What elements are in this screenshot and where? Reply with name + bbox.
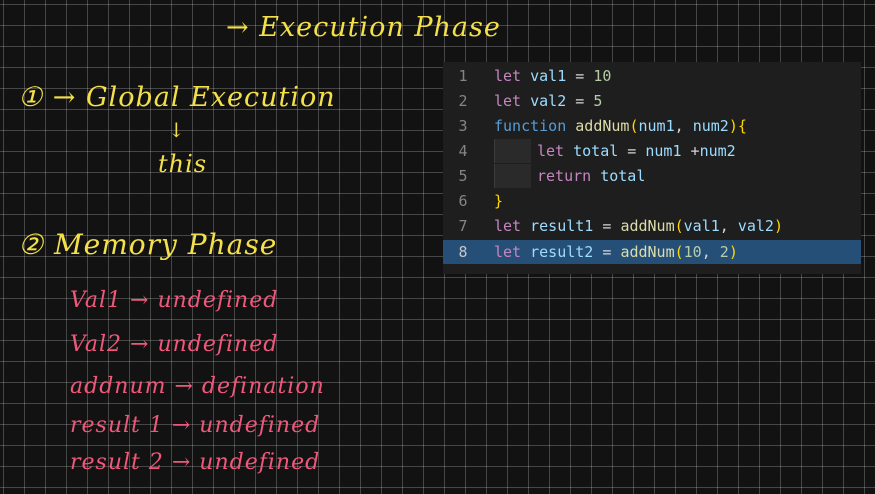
- code-line-1[interactable]: 1 let val1 = 10: [443, 64, 861, 88]
- code-line-7[interactable]: 7 let result1 = addNum(val1, val2): [443, 214, 861, 238]
- code-text[interactable]: let result2 = addNum(10, 2): [494, 240, 738, 264]
- line-number: 2: [458, 92, 468, 110]
- code-text[interactable]: let val1 = 10: [494, 64, 611, 88]
- line-number: 6: [458, 192, 468, 210]
- code-line-4[interactable]: 4 let total = num1 +num2: [443, 139, 861, 163]
- memory-phase-heading: ② Memory Phase: [18, 228, 278, 261]
- code-editor-panel[interactable]: 1 let val1 = 10 2 let val2 = 5 3 functio…: [443, 62, 861, 274]
- line-number: 5: [458, 167, 468, 185]
- indent-guide: [494, 164, 531, 188]
- line-number: 4: [458, 142, 468, 160]
- indent-guide: [494, 139, 531, 163]
- line-number: 3: [458, 117, 468, 135]
- code-text[interactable]: }: [494, 189, 503, 213]
- code-line-8-selected[interactable]: 8 let result2 = addNum(10, 2): [443, 240, 861, 264]
- code-text[interactable]: let result1 = addNum(val1, val2): [494, 214, 783, 238]
- code-line-2[interactable]: 2 let val2 = 5: [443, 89, 861, 113]
- code-text[interactable]: let val2 = 5: [494, 89, 602, 113]
- this-note: this: [158, 150, 208, 178]
- memory-entry: addnum → defination: [70, 374, 325, 399]
- memory-entry: Val2 → undefined: [70, 332, 279, 357]
- down-arrow-icon: ↓: [168, 118, 186, 142]
- code-text[interactable]: let total = num1 +num2: [537, 139, 736, 163]
- memory-entry: result 2 → undefined: [70, 450, 321, 475]
- code-text[interactable]: return total: [537, 164, 645, 188]
- code-text[interactable]: function addNum(num1, num2){: [494, 114, 747, 138]
- memory-entry: Val1 → undefined: [70, 288, 279, 313]
- code-line-5[interactable]: 5 return total: [443, 164, 861, 188]
- global-execution-note: ① → Global Execution: [18, 82, 336, 113]
- code-line-3[interactable]: 3 function addNum(num1, num2){: [443, 114, 861, 138]
- execution-phase-heading: → Execution Phase: [226, 12, 501, 43]
- line-number: 8: [458, 243, 468, 261]
- code-line-6[interactable]: 6 }: [443, 189, 861, 213]
- line-number: 1: [458, 67, 468, 85]
- memory-entry: result 1 → undefined: [70, 413, 321, 438]
- line-number: 7: [458, 217, 468, 235]
